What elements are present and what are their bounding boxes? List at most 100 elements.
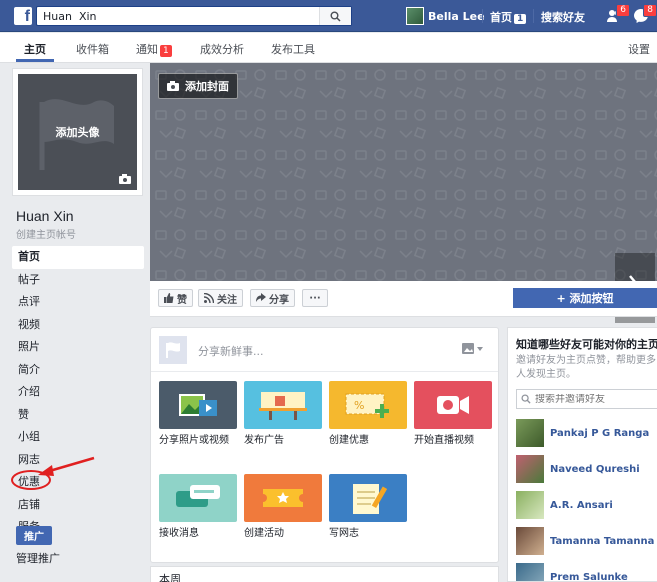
profile-link[interactable]: Bella Lee xyxy=(406,6,485,26)
friend-requests-button[interactable]: 6 xyxy=(606,4,630,24)
page-nav-menu: 首页 帖子 点评 视频 照片 简介 介绍 赞 小组 网志 优惠 店铺 服务 xyxy=(12,246,144,539)
sidebar-item-shop[interactable]: 店铺 xyxy=(12,494,144,517)
sidebar-item-videos[interactable]: 视频 xyxy=(12,314,144,337)
page-action-bar: 赞 关注 分享 ··· + 添加按钮 xyxy=(150,281,657,317)
avatar xyxy=(516,563,544,581)
active-tab-indicator xyxy=(16,59,54,62)
composer-input[interactable]: 分享新鲜事... xyxy=(198,343,264,359)
home-link[interactable]: 首页 1 xyxy=(490,9,527,25)
search-button[interactable] xyxy=(319,7,351,25)
card-title: 知道哪些好友可能对你的主页感兴趣 xyxy=(516,338,657,351)
camera-icon[interactable] xyxy=(119,174,131,184)
like-button[interactable]: 赞 xyxy=(158,289,193,307)
sidebar-item-likes[interactable]: 赞 xyxy=(12,404,144,427)
tile-label: 发布广告 xyxy=(244,435,284,446)
more-options-button[interactable]: ··· xyxy=(302,289,328,307)
thumbs-up-icon xyxy=(164,293,174,303)
search-icon xyxy=(330,11,341,22)
list-item[interactable]: A.R. Ansari xyxy=(516,491,613,519)
notepad-icon xyxy=(329,474,407,522)
invite-search-input[interactable] xyxy=(535,393,655,405)
avatar xyxy=(516,455,544,483)
photo-video-icon xyxy=(159,381,237,429)
tab-notifications-label: 通知 xyxy=(136,43,158,56)
invite-friends-card: 知道哪些好友可能对你的主页感兴趣 邀请好友为主页点赞，帮助更多人发现主页。 Pa… xyxy=(507,327,657,582)
home-count-badge: 1 xyxy=(514,14,527,24)
user-name: Bella Lee xyxy=(428,9,485,23)
sidebar-item-groups[interactable]: 小组 xyxy=(12,426,144,449)
tile-create-ad[interactable]: 发布广告 xyxy=(244,381,322,448)
friend-name[interactable]: Naveed Qureshi xyxy=(550,464,640,475)
sidebar-item-intro[interactable]: 介绍 xyxy=(12,381,144,404)
avatar xyxy=(516,491,544,519)
friend-name[interactable]: Prem Salunke xyxy=(550,572,628,582)
tab-publishing-tools[interactable]: 发布工具 xyxy=(271,41,315,57)
ticket-icon xyxy=(244,474,322,522)
friend-name[interactable]: Tamanna Tamanna xyxy=(550,536,654,547)
friend-requests-badge: 6 xyxy=(616,4,630,17)
tile-start-live-video[interactable]: 开始直播视频 xyxy=(414,381,492,448)
tile-label: 接收消息 xyxy=(159,528,199,539)
page-name[interactable]: Huan Xin xyxy=(16,208,74,224)
settings-link[interactable]: 设置 xyxy=(628,41,650,57)
photo-dropdown-icon[interactable] xyxy=(462,342,484,356)
tile-receive-messages[interactable]: 接收消息 xyxy=(159,474,237,541)
sidebar-item-home[interactable]: 首页 xyxy=(12,246,144,269)
friend-name[interactable]: A.R. Ansari xyxy=(550,500,613,511)
top-navigation-bar: f Bella Lee 首页1 搜索好友 6 8 xyxy=(0,0,657,32)
page-flag-avatar xyxy=(159,336,187,364)
billboard-icon xyxy=(244,381,322,429)
list-item[interactable]: Tamanna Tamanna xyxy=(516,527,654,555)
tile-create-event[interactable]: 创建活动 xyxy=(244,474,322,541)
tab-inbox[interactable]: 收件箱 xyxy=(76,41,109,57)
tab-home[interactable]: 主页 xyxy=(24,41,46,57)
profile-picture-frame[interactable]: 添加头像 xyxy=(12,68,143,196)
like-label: 赞 xyxy=(177,294,187,306)
messages-button[interactable]: 8 xyxy=(633,4,657,24)
create-account-link[interactable]: 创建主页帐号 xyxy=(16,226,76,241)
search-input[interactable] xyxy=(37,7,317,25)
tile-label: 创建活动 xyxy=(244,528,284,539)
composer-header: 分享新鲜事... xyxy=(151,328,498,372)
tile-write-note[interactable]: 写网志 xyxy=(329,474,407,541)
chat-bubbles-icon xyxy=(159,474,237,522)
profile-picture-placeholder: 添加头像 xyxy=(18,74,137,190)
avatar xyxy=(516,527,544,555)
rss-icon xyxy=(204,293,214,303)
sidebar-item-posts[interactable]: 帖子 xyxy=(12,269,144,292)
tab-insights[interactable]: 成效分析 xyxy=(200,41,244,57)
flag-icon xyxy=(166,342,180,358)
cover-photo-area[interactable]: 添加封面 xyxy=(150,63,657,281)
list-item[interactable]: Naveed Qureshi xyxy=(516,455,640,483)
share-arrow-icon xyxy=(256,293,266,302)
add-cover-label: 添加封面 xyxy=(185,80,229,93)
avatar xyxy=(406,7,424,25)
facebook-logo-icon[interactable]: f xyxy=(14,7,32,25)
tab-notifications[interactable]: 通知 1 xyxy=(136,41,172,57)
list-item[interactable]: Pankaj P G Ranga xyxy=(516,419,649,447)
add-cover-button[interactable]: 添加封面 xyxy=(158,73,238,99)
add-button[interactable]: + 添加按钮 xyxy=(513,288,657,308)
home-label: 首页 xyxy=(490,11,512,24)
tile-create-offer[interactable]: % 创建优惠 xyxy=(329,381,407,448)
friend-name[interactable]: Pankaj P G Ranga xyxy=(550,428,649,439)
share-button[interactable]: 分享 xyxy=(250,289,295,307)
manage-promotions-link[interactable]: 管理推广 xyxy=(16,550,60,566)
follow-label: 关注 xyxy=(217,294,237,306)
card-description: 邀请好友为主页点赞，帮助更多人发现主页。 xyxy=(516,355,656,380)
sidebar-item-photos[interactable]: 照片 xyxy=(12,336,144,359)
promote-button[interactable]: 推广 xyxy=(16,526,52,545)
tile-share-photo-video[interactable]: 分享照片或视频 xyxy=(159,381,237,448)
this-week-title: 本周 xyxy=(159,573,181,582)
live-video-icon xyxy=(414,381,492,429)
follow-button[interactable]: 关注 xyxy=(198,289,243,307)
list-item[interactable]: Prem Salunke xyxy=(516,563,628,582)
divider xyxy=(482,9,483,23)
find-friends-link[interactable]: 搜索好友 xyxy=(541,9,585,25)
add-avatar-label: 添加头像 xyxy=(55,126,100,139)
share-label: 分享 xyxy=(269,294,289,306)
sidebar-item-about[interactable]: 简介 xyxy=(12,359,144,382)
search-icon xyxy=(521,394,531,404)
sidebar-item-reviews[interactable]: 点评 xyxy=(12,291,144,314)
messages-badge: 8 xyxy=(643,4,657,17)
